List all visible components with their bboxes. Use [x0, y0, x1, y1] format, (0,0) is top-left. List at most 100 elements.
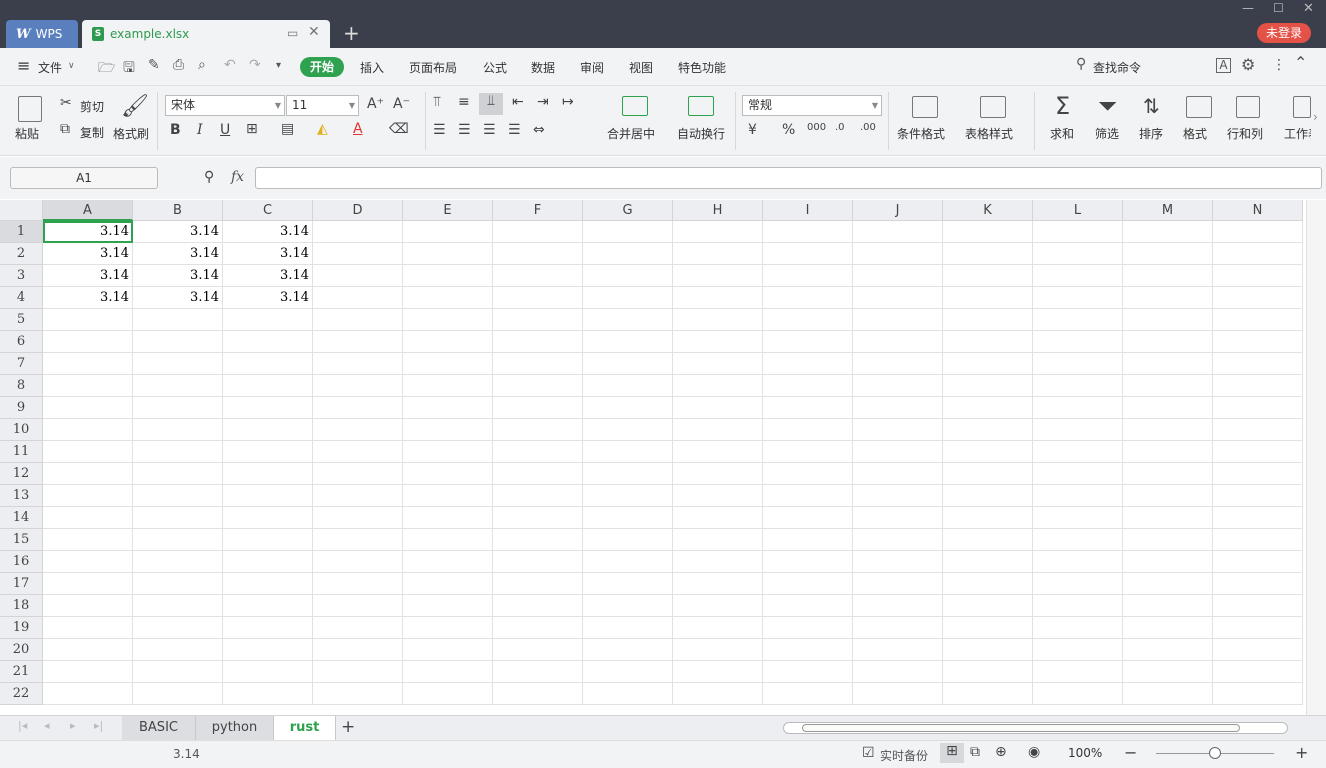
cell-g15[interactable] [583, 529, 673, 551]
sheet-tab-basic[interactable]: BASIC [122, 716, 196, 740]
cell-b15[interactable] [133, 529, 223, 551]
cell-m3[interactable] [1123, 265, 1213, 287]
cell-g7[interactable] [583, 353, 673, 375]
cell-k16[interactable] [943, 551, 1033, 573]
cell-k9[interactable] [943, 397, 1033, 419]
cell-l14[interactable] [1033, 507, 1123, 529]
table-style-icon[interactable] [980, 96, 1006, 118]
cell-a4[interactable]: 3.14 [43, 287, 133, 309]
row-header-3[interactable]: 3 [0, 265, 43, 287]
cell-e10[interactable] [403, 419, 493, 441]
cell-f12[interactable] [493, 463, 583, 485]
cell-g10[interactable] [583, 419, 673, 441]
cell-n20[interactable] [1213, 639, 1303, 661]
number-format-select[interactable]: 常规 ▼ [742, 95, 882, 116]
cell-d2[interactable] [313, 243, 403, 265]
cell-f10[interactable] [493, 419, 583, 441]
eye-protection-icon[interactable]: ◉ [1028, 744, 1040, 760]
cell-j1[interactable] [853, 221, 943, 243]
decrease-decimal-icon[interactable]: .00 [860, 122, 876, 133]
cell-l3[interactable] [1033, 265, 1123, 287]
tab-example-xlsx[interactable]: S example.xlsx ▭ ✕ [82, 20, 330, 48]
cell-m19[interactable] [1123, 617, 1213, 639]
cell-f19[interactable] [493, 617, 583, 639]
cell-d18[interactable] [313, 595, 403, 617]
cell-d20[interactable] [313, 639, 403, 661]
cell-d3[interactable] [313, 265, 403, 287]
cell-k12[interactable] [943, 463, 1033, 485]
cell-m1[interactable] [1123, 221, 1213, 243]
cell-j18[interactable] [853, 595, 943, 617]
currency-icon[interactable]: ¥ [748, 122, 757, 138]
cell-e9[interactable] [403, 397, 493, 419]
cell-e8[interactable] [403, 375, 493, 397]
cell-l6[interactable] [1033, 331, 1123, 353]
borders-icon[interactable]: ⊞ [246, 121, 258, 137]
cell-h17[interactable] [673, 573, 763, 595]
cell-i21[interactable] [763, 661, 853, 683]
cell-h20[interactable] [673, 639, 763, 661]
cell-a13[interactable] [43, 485, 133, 507]
cell-i8[interactable] [763, 375, 853, 397]
cell-e1[interactable] [403, 221, 493, 243]
cell-h22[interactable] [673, 683, 763, 705]
row-header-21[interactable]: 21 [0, 661, 43, 683]
cell-l16[interactable] [1033, 551, 1123, 573]
merge-center-button[interactable]: 合并居中 [607, 125, 655, 142]
cell-m14[interactable] [1123, 507, 1213, 529]
cell-e16[interactable] [403, 551, 493, 573]
cell-b9[interactable] [133, 397, 223, 419]
horizontal-scroll-thumb[interactable] [802, 724, 1240, 732]
column-header-n[interactable]: N [1213, 200, 1303, 221]
cell-g13[interactable] [583, 485, 673, 507]
cell-e14[interactable] [403, 507, 493, 529]
cell-c3[interactable]: 3.14 [223, 265, 313, 287]
cell-i10[interactable] [763, 419, 853, 441]
cell-n15[interactable] [1213, 529, 1303, 551]
column-header-b[interactable]: B [133, 200, 223, 221]
column-header-d[interactable]: D [313, 200, 403, 221]
cell-k10[interactable] [943, 419, 1033, 441]
column-header-c[interactable]: C [223, 200, 313, 221]
cell-l15[interactable] [1033, 529, 1123, 551]
cell-g2[interactable] [583, 243, 673, 265]
cell-j13[interactable] [853, 485, 943, 507]
cell-k18[interactable] [943, 595, 1033, 617]
cell-e3[interactable] [403, 265, 493, 287]
cell-g20[interactable] [583, 639, 673, 661]
cell-e19[interactable] [403, 617, 493, 639]
cell-g1[interactable] [583, 221, 673, 243]
cell-k5[interactable] [943, 309, 1033, 331]
cell-c4[interactable]: 3.14 [223, 287, 313, 309]
restore-tab-icon[interactable]: ▭ [287, 26, 298, 40]
column-header-f[interactable]: F [493, 200, 583, 221]
cell-f17[interactable] [493, 573, 583, 595]
cell-c6[interactable] [223, 331, 313, 353]
cell-m9[interactable] [1123, 397, 1213, 419]
cell-a6[interactable] [43, 331, 133, 353]
cell-j11[interactable] [853, 441, 943, 463]
copy-icon[interactable]: ⧉ [60, 121, 70, 137]
column-header-j[interactable]: J [853, 200, 943, 221]
cell-j9[interactable] [853, 397, 943, 419]
cell-m11[interactable] [1123, 441, 1213, 463]
cell-i7[interactable] [763, 353, 853, 375]
cell-m4[interactable] [1123, 287, 1213, 309]
percent-icon[interactable]: % [782, 122, 795, 138]
cell-n21[interactable] [1213, 661, 1303, 683]
filter-button[interactable]: 筛选 [1095, 125, 1119, 142]
cell-a14[interactable] [43, 507, 133, 529]
text-direction-icon[interactable]: ↦ [562, 94, 574, 110]
cell-a20[interactable] [43, 639, 133, 661]
filter-icon[interactable]: ⏷ [1098, 92, 1117, 120]
undo-icon[interactable]: ↶ [224, 57, 236, 73]
cell-l10[interactable] [1033, 419, 1123, 441]
new-tab-button[interactable]: + [343, 20, 360, 46]
cell-m18[interactable] [1123, 595, 1213, 617]
row-header-20[interactable]: 20 [0, 639, 43, 661]
cell-n16[interactable] [1213, 551, 1303, 573]
cell-n22[interactable] [1213, 683, 1303, 705]
cell-h21[interactable] [673, 661, 763, 683]
row-col-button[interactable]: 行和列 [1227, 125, 1263, 142]
cell-f22[interactable] [493, 683, 583, 705]
